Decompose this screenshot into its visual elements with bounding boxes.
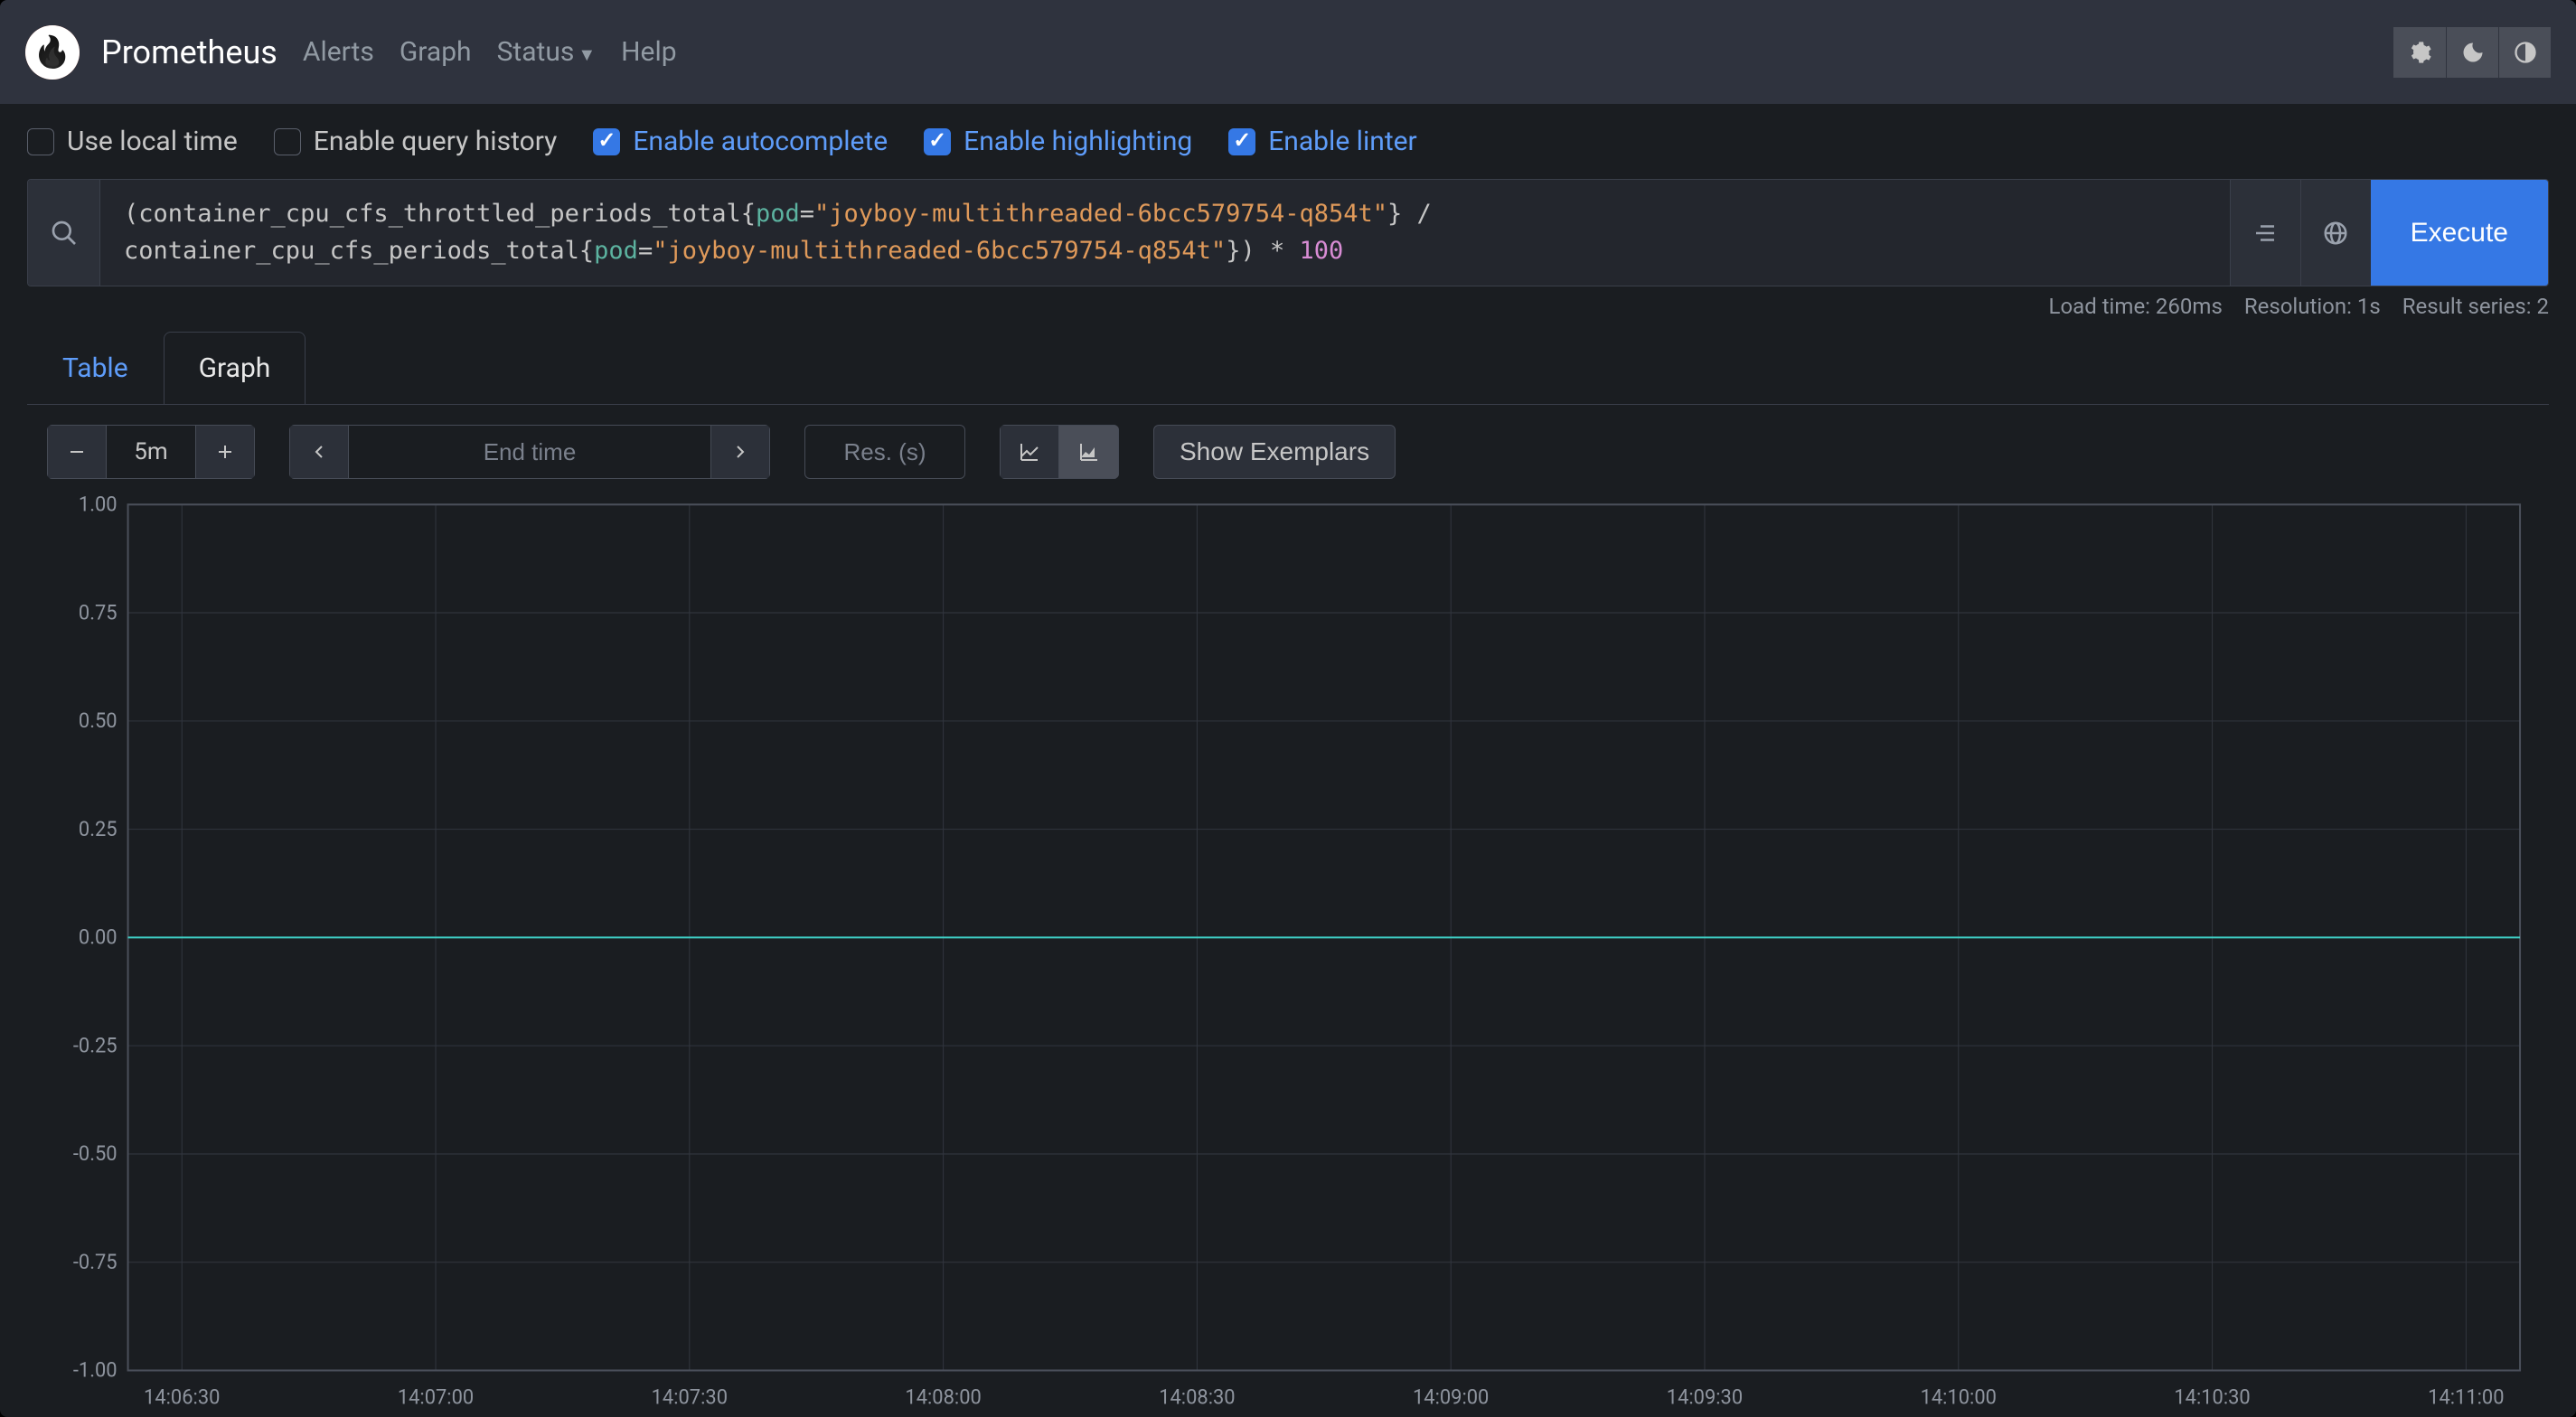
- search-icon: [50, 219, 79, 248]
- plus-icon: [214, 441, 236, 463]
- chevron-left-icon: [308, 441, 330, 463]
- line-chart-button[interactable]: [1000, 425, 1059, 479]
- line-chart-icon: [1019, 441, 1040, 463]
- resolution-input[interactable]: [804, 425, 965, 479]
- nav-graph[interactable]: Graph: [400, 36, 472, 68]
- svg-text:14:10:30: 14:10:30: [2174, 1385, 2250, 1409]
- svg-text:0.25: 0.25: [79, 817, 118, 840]
- svg-text:1.00: 1.00: [79, 495, 118, 517]
- chart: 14:06:30 14:07:00 14:07:30 14:08:00 14:08:30…: [47, 495, 2529, 1417]
- format-query-button[interactable]: [2230, 180, 2300, 286]
- metrics-explorer-button[interactable]: [28, 180, 100, 286]
- svg-text:14:11:00: 14:11:00: [2428, 1385, 2504, 1409]
- autocomplete-label[interactable]: Enable autocomplete: [633, 126, 888, 157]
- chevron-right-icon: [729, 441, 751, 463]
- query-history-label[interactable]: Enable query history: [314, 126, 558, 157]
- query-history-checkbox[interactable]: [274, 128, 301, 155]
- show-exemplars-button[interactable]: Show Exemplars: [1153, 425, 1396, 479]
- tab-table[interactable]: Table: [27, 332, 164, 404]
- svg-text:14:10:00: 14:10:00: [1921, 1385, 1997, 1409]
- stacked-chart-button[interactable]: [1059, 425, 1119, 479]
- area-chart-icon: [1078, 441, 1100, 463]
- highlighting-checkbox[interactable]: [924, 128, 951, 155]
- nav-alerts[interactable]: Alerts: [303, 36, 374, 68]
- graph-type-control: [1000, 425, 1119, 479]
- load-time-status: Load time: 260ms: [2049, 294, 2223, 319]
- range-increase-button[interactable]: [195, 425, 255, 479]
- query-input[interactable]: (container_cpu_cfs_throttled_periods_tot…: [100, 180, 2230, 286]
- execute-button[interactable]: Execute: [2371, 180, 2548, 286]
- range-value[interactable]: 5m: [107, 425, 195, 479]
- svg-text:-0.50: -0.50: [73, 1142, 118, 1166]
- endtime-next-button[interactable]: [710, 425, 770, 479]
- endtime-input[interactable]: [349, 425, 710, 479]
- svg-text:0.00: 0.00: [79, 925, 118, 949]
- svg-text:14:06:30: 14:06:30: [144, 1385, 220, 1409]
- local-time-label[interactable]: Use local time: [67, 126, 238, 157]
- svg-text:0.75: 0.75: [79, 601, 118, 624]
- prometheus-logo-icon: [25, 25, 80, 80]
- svg-text:-0.25: -0.25: [73, 1034, 118, 1057]
- svg-text:14:09:30: 14:09:30: [1667, 1385, 1743, 1409]
- globe-icon: [2322, 220, 2349, 247]
- svg-text:14:08:30: 14:08:30: [1159, 1385, 1235, 1409]
- range-decrease-button[interactable]: [47, 425, 107, 479]
- gear-icon: [2407, 40, 2432, 65]
- dark-mode-button[interactable]: [2446, 27, 2498, 78]
- nav-status[interactable]: Status▼: [497, 36, 597, 68]
- local-time-checkbox[interactable]: [27, 128, 54, 155]
- contrast-icon: [2513, 40, 2538, 65]
- svg-text:-1.00: -1.00: [73, 1358, 118, 1382]
- format-icon: [2252, 220, 2279, 247]
- range-control: 5m: [47, 425, 255, 479]
- tab-graph[interactable]: Graph: [164, 332, 306, 404]
- linter-checkbox[interactable]: [1228, 128, 1255, 155]
- moon-icon: [2460, 40, 2486, 65]
- theme-toggle-button[interactable]: [2498, 27, 2551, 78]
- resolution-status: Resolution: 1s: [2244, 294, 2381, 319]
- svg-text:14:08:00: 14:08:00: [905, 1385, 981, 1409]
- svg-text:14:07:30: 14:07:30: [652, 1385, 728, 1409]
- result-series-status: Result series: 2: [2402, 294, 2549, 319]
- share-query-button[interactable]: [2300, 180, 2371, 286]
- nav-help[interactable]: Help: [621, 36, 676, 68]
- endtime-prev-button[interactable]: [289, 425, 349, 479]
- autocomplete-checkbox[interactable]: [593, 128, 620, 155]
- svg-text:0.50: 0.50: [79, 709, 118, 733]
- svg-text:-0.75: -0.75: [73, 1251, 118, 1274]
- svg-text:14:09:00: 14:09:00: [1413, 1385, 1489, 1409]
- highlighting-label[interactable]: Enable highlighting: [964, 126, 1192, 157]
- brand-title: Prometheus: [101, 33, 277, 71]
- svg-text:14:07:00: 14:07:00: [398, 1385, 474, 1409]
- endtime-control: [289, 425, 770, 479]
- minus-icon: [66, 441, 88, 463]
- linter-label[interactable]: Enable linter: [1268, 126, 1416, 157]
- settings-button[interactable]: [2393, 27, 2446, 78]
